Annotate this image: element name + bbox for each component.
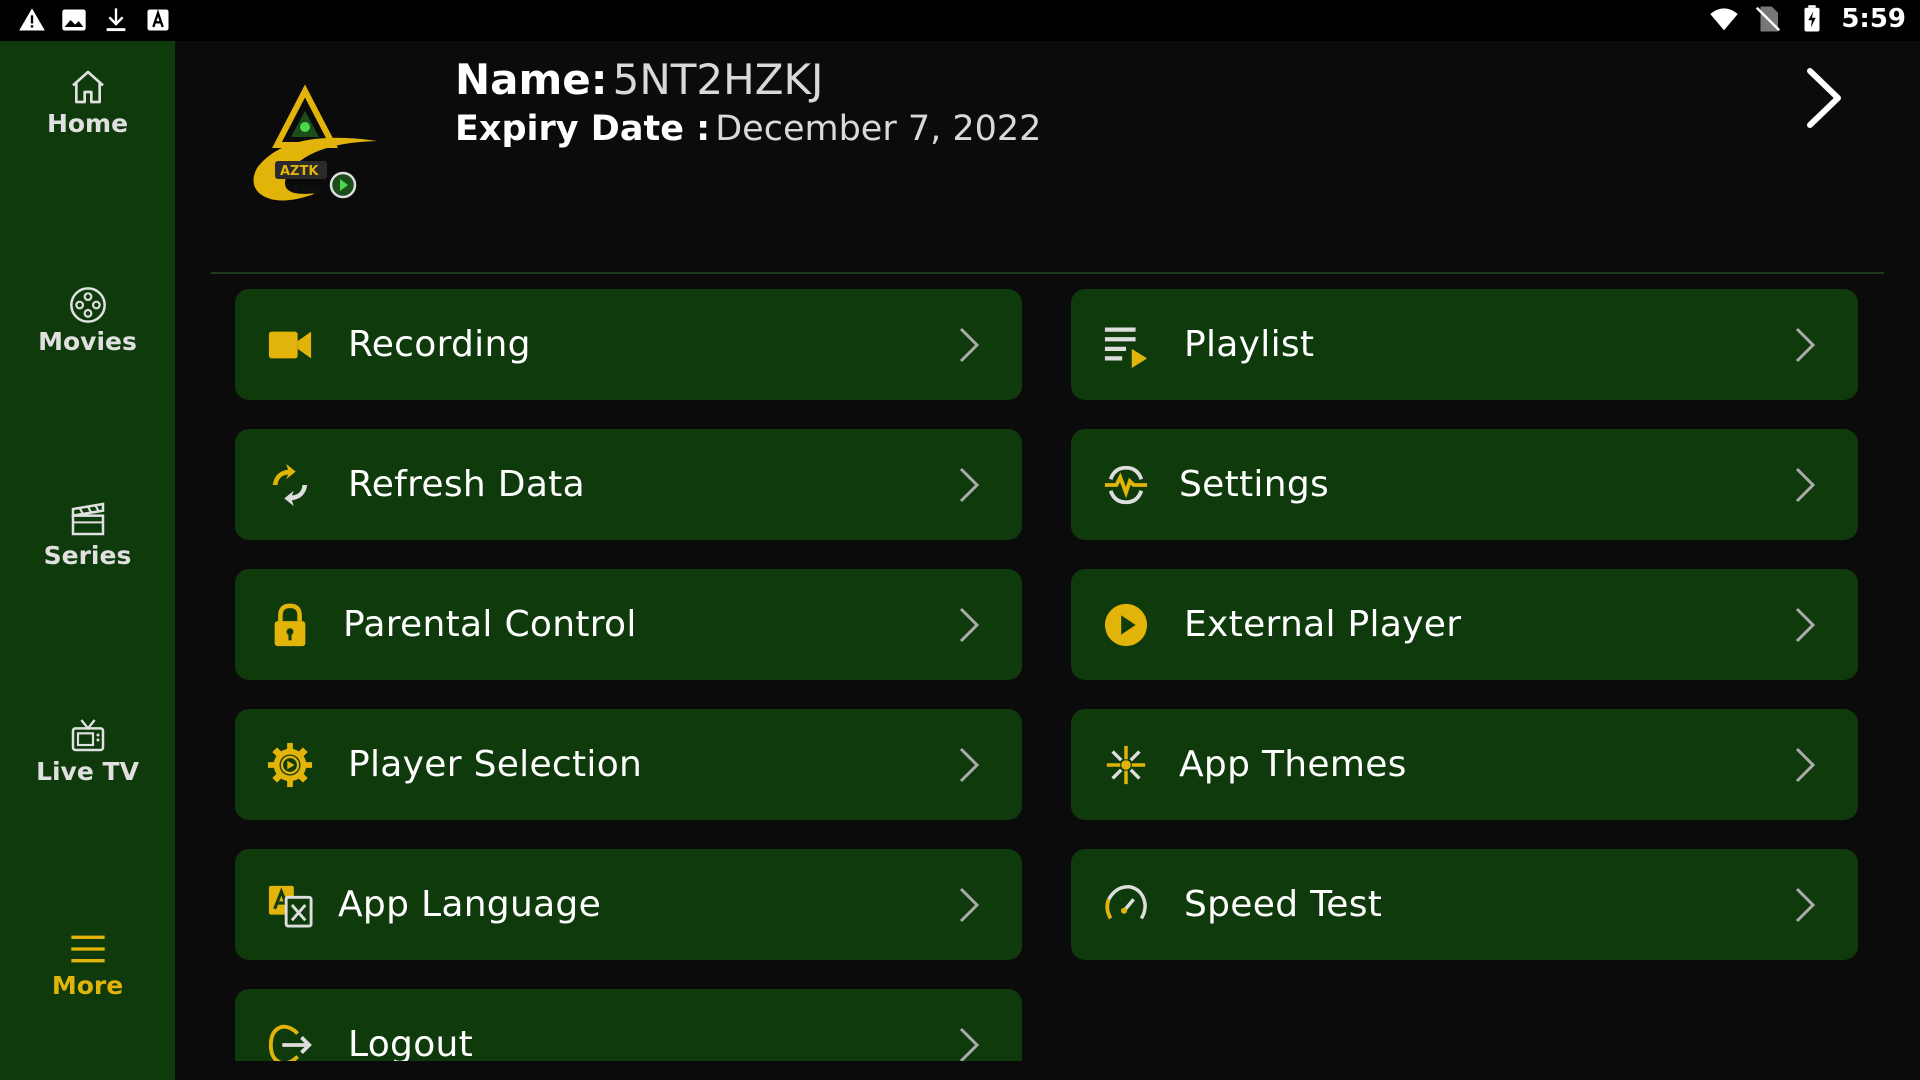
a-box-icon — [147, 9, 169, 31]
menu-item-settings[interactable]: Settings — [1071, 429, 1858, 540]
chevron-right-icon — [1795, 327, 1816, 363]
chevron-right-icon — [1795, 887, 1816, 923]
lock-icon — [274, 603, 306, 647]
sidebar-item-more[interactable]: More — [0, 929, 175, 1000]
chevron-right-icon — [959, 327, 980, 363]
menu-item-label: App Language — [338, 884, 602, 925]
status-bar: 5:59 — [0, 0, 1920, 41]
chevron-right-icon — [1795, 607, 1816, 643]
sidebar-item-label: Series — [43, 541, 132, 570]
menu-item-refresh-data[interactable]: Refresh Data — [235, 429, 1022, 540]
svg-text:AZTK: AZTK — [280, 164, 319, 179]
menu-item-label: Refresh Data — [348, 464, 585, 505]
logout-icon — [268, 1024, 312, 1061]
battery-charging-icon — [1804, 5, 1820, 32]
no-sim-icon — [1756, 6, 1781, 32]
sidebar-item-label: Live TV — [36, 757, 139, 786]
chevron-right-icon[interactable] — [1798, 63, 1848, 133]
menu-item-player-selection[interactable]: Player Selection — [235, 709, 1022, 820]
menu-item-playlist[interactable]: Playlist — [1071, 289, 1858, 400]
menu-item-app-language[interactable]: App Language — [235, 849, 1022, 960]
chevron-right-icon — [959, 887, 980, 923]
video-camera-icon — [268, 331, 312, 359]
chevron-right-icon — [959, 747, 980, 783]
expiry-value: December 7, 2022 — [715, 109, 1042, 149]
menu-item-app-themes[interactable]: App Themes — [1071, 709, 1858, 820]
home-icon — [71, 70, 104, 104]
name-value: 5NT2HZKJ — [612, 55, 824, 104]
chevron-right-icon — [959, 467, 980, 503]
menu-icon — [70, 935, 105, 963]
menu-item-label: Settings — [1179, 464, 1330, 505]
menu-item-label: Parental Control — [343, 604, 637, 645]
chevron-right-icon — [959, 1027, 980, 1061]
sidebar-item-movies[interactable]: Movies — [0, 285, 175, 356]
speedometer-icon — [1105, 885, 1147, 920]
profile-info: Name: 5NT2HZKJ Expiry Date : December 7,… — [455, 55, 1041, 149]
clapperboard-icon — [71, 502, 104, 536]
chevron-right-icon — [1795, 467, 1816, 503]
settings-pulse-icon — [1104, 465, 1148, 505]
sidebar-item-live-tv[interactable]: Live TV — [0, 715, 175, 786]
menu-item-label: External Player — [1184, 604, 1462, 645]
sidebar: Home Movies Series Live TV More — [0, 41, 175, 1080]
menu-item-label: App Themes — [1179, 744, 1407, 785]
divider — [211, 272, 1884, 274]
sidebar-item-series[interactable]: Series — [0, 499, 175, 570]
name-label: Name: — [455, 55, 608, 104]
sidebar-item-label: Movies — [38, 327, 137, 356]
translate-icon — [268, 885, 313, 928]
menu-item-recording[interactable]: Recording — [235, 289, 1022, 400]
app-logo: AZTK Play — [253, 84, 377, 201]
menu-item-label: Playlist — [1184, 324, 1315, 365]
playlist-icon — [1104, 327, 1148, 368]
sparkle-icon — [1106, 745, 1146, 785]
menu-item-label: Player Selection — [348, 744, 643, 785]
warning-icon — [19, 8, 45, 31]
sidebar-item-label: Home — [46, 109, 129, 138]
menu-item-parental-control[interactable]: Parental Control — [235, 569, 1022, 680]
expiry-label: Expiry Date : — [455, 109, 711, 149]
download-icon — [106, 8, 126, 32]
image-icon — [62, 9, 86, 31]
wifi-icon — [1710, 8, 1739, 31]
svg-text:Play: Play — [293, 183, 319, 196]
menu-item-label: Speed Test — [1184, 884, 1383, 925]
sidebar-item-label: More — [51, 971, 124, 1000]
chevron-right-icon — [1795, 747, 1816, 783]
gear-play-icon — [267, 742, 313, 788]
menu-item-external-player[interactable]: External Player — [1071, 569, 1858, 680]
tv-icon — [71, 719, 104, 752]
menu-item-logout[interactable]: Logout — [235, 989, 1022, 1061]
sidebar-item-home[interactable]: Home — [0, 67, 175, 138]
refresh-icon — [272, 463, 308, 507]
play-circle-icon — [1104, 603, 1148, 647]
clock: 5:59 — [1841, 4, 1906, 34]
chevron-right-icon — [959, 607, 980, 643]
menu-item-speed-test[interactable]: Speed Test — [1071, 849, 1858, 960]
film-reel-icon — [69, 287, 106, 323]
main-panel: AZTK Play Name: 5NT2HZKJ Expiry Date : D… — [175, 41, 1920, 1080]
menu-item-label: Recording — [348, 324, 531, 365]
menu-item-label: Logout — [348, 1024, 474, 1061]
